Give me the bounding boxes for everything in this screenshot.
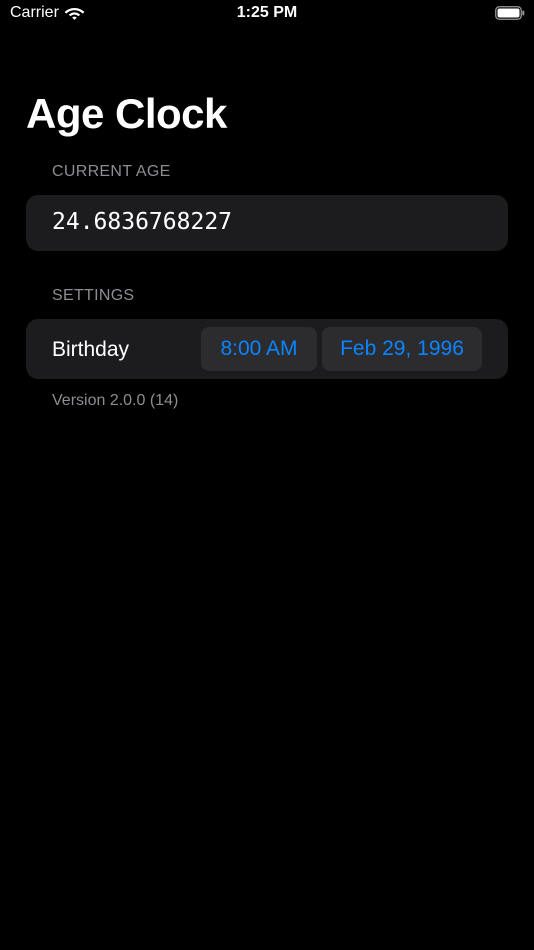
status-bar: Carrier 1:25 PM	[0, 0, 534, 30]
current-age-card: 24.6836768227	[26, 195, 508, 251]
birthday-row: Birthday 8:00 AM Feb 29, 1996	[26, 319, 508, 379]
birthday-label: Birthday	[52, 338, 130, 361]
page-title: Age Clock	[26, 90, 227, 137]
battery-icon	[495, 6, 525, 20]
version-label: Version 2.0.0 (14)	[52, 392, 179, 409]
current-age-value: 24.6836768227	[52, 209, 233, 235]
status-time: 1:25 PM	[236, 4, 298, 21]
birthday-time-picker[interactable]: 8:00 AM	[201, 327, 317, 371]
app-screen: Carrier 1:25 PM Age Clock CURRENT AGE 24…	[0, 0, 534, 950]
settings-section-header: SETTINGS	[52, 287, 135, 304]
birthday-date-picker[interactable]: Feb 29, 1996	[322, 327, 482, 371]
current-age-section-header: CURRENT AGE	[52, 163, 171, 180]
